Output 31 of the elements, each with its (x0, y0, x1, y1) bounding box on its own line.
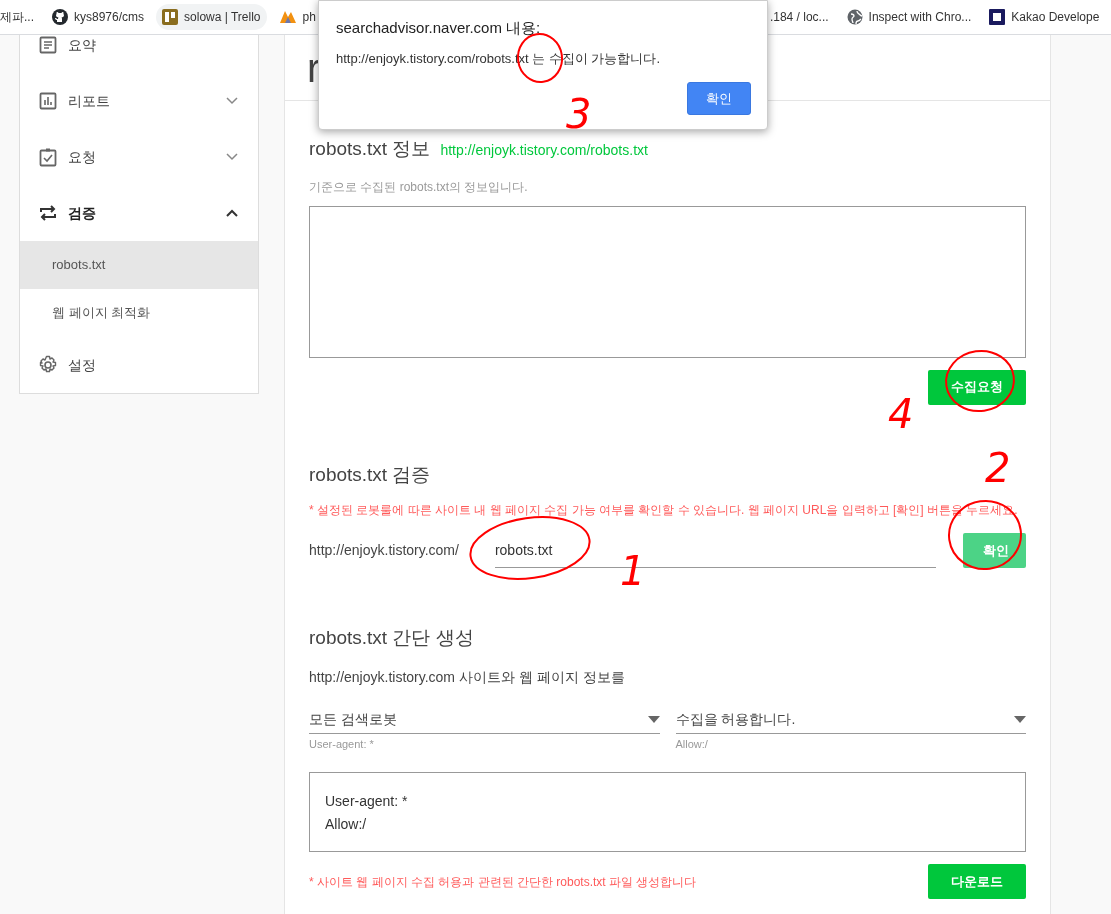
bookmark[interactable]: kys8976/cms (46, 4, 151, 30)
bookmark[interactable]: Inspect with Chro... (840, 4, 978, 30)
annotation-number: 3 (566, 91, 592, 137)
output-line: User-agent: * (325, 792, 409, 811)
sidebar-item[interactable]: 요약 (20, 35, 258, 73)
sidebar-item[interactable]: 요청 (20, 129, 258, 185)
dialog-title: searchadvisor.naver.com 내용: (336, 18, 542, 38)
field-caption: User-agent: * (309, 736, 375, 752)
bookmark[interactable]: 제파... (0, 4, 40, 30)
bookmark[interactable]: ph (272, 4, 322, 30)
annotation-number: 2 (985, 445, 1011, 491)
bookmark[interactable]: .184 / loc... (763, 4, 835, 30)
annotation-number: 4 (888, 391, 914, 437)
section-title: robots.txt 정보 (309, 137, 431, 161)
notice-text: * 사이트 웹 페이지 수집 허용과 관련된 간단한 robots.txt 파일 생성합니다 (309, 873, 697, 891)
subtitle: http://enjoyk.tistory.com 사이트와 웹 페이지 정보를 (309, 667, 626, 687)
sidebar-item[interactable]: 설정 (20, 337, 258, 393)
description: 기준으로 수집된 robots.txt의 정보입니다. (309, 178, 529, 196)
bookmark[interactable]: Kakao Develope (983, 4, 1106, 30)
output-line: Allow:/ (325, 815, 368, 834)
section-title: robots.txt 간단 생성 (309, 626, 474, 650)
url-prefix: http://enjoyk.tistory.com/ (309, 541, 459, 560)
ok-button[interactable]: 확인 (687, 82, 751, 115)
bookmark[interactable]: solowa | Trello (156, 4, 267, 30)
section-title: robots.txt 검증 (309, 462, 431, 487)
sidebar-subitem[interactable]: robots.txt (20, 241, 258, 289)
sidebar-item[interactable]: 검증 (20, 185, 258, 241)
dropdown[interactable]: 수집을 허용합니다. (675, 705, 1026, 734)
field-caption: Allow:/ (675, 736, 709, 752)
sidebar-item[interactable]: 리포트 (20, 73, 258, 129)
dropdown[interactable]: 모든 검색로봇 (309, 705, 660, 734)
